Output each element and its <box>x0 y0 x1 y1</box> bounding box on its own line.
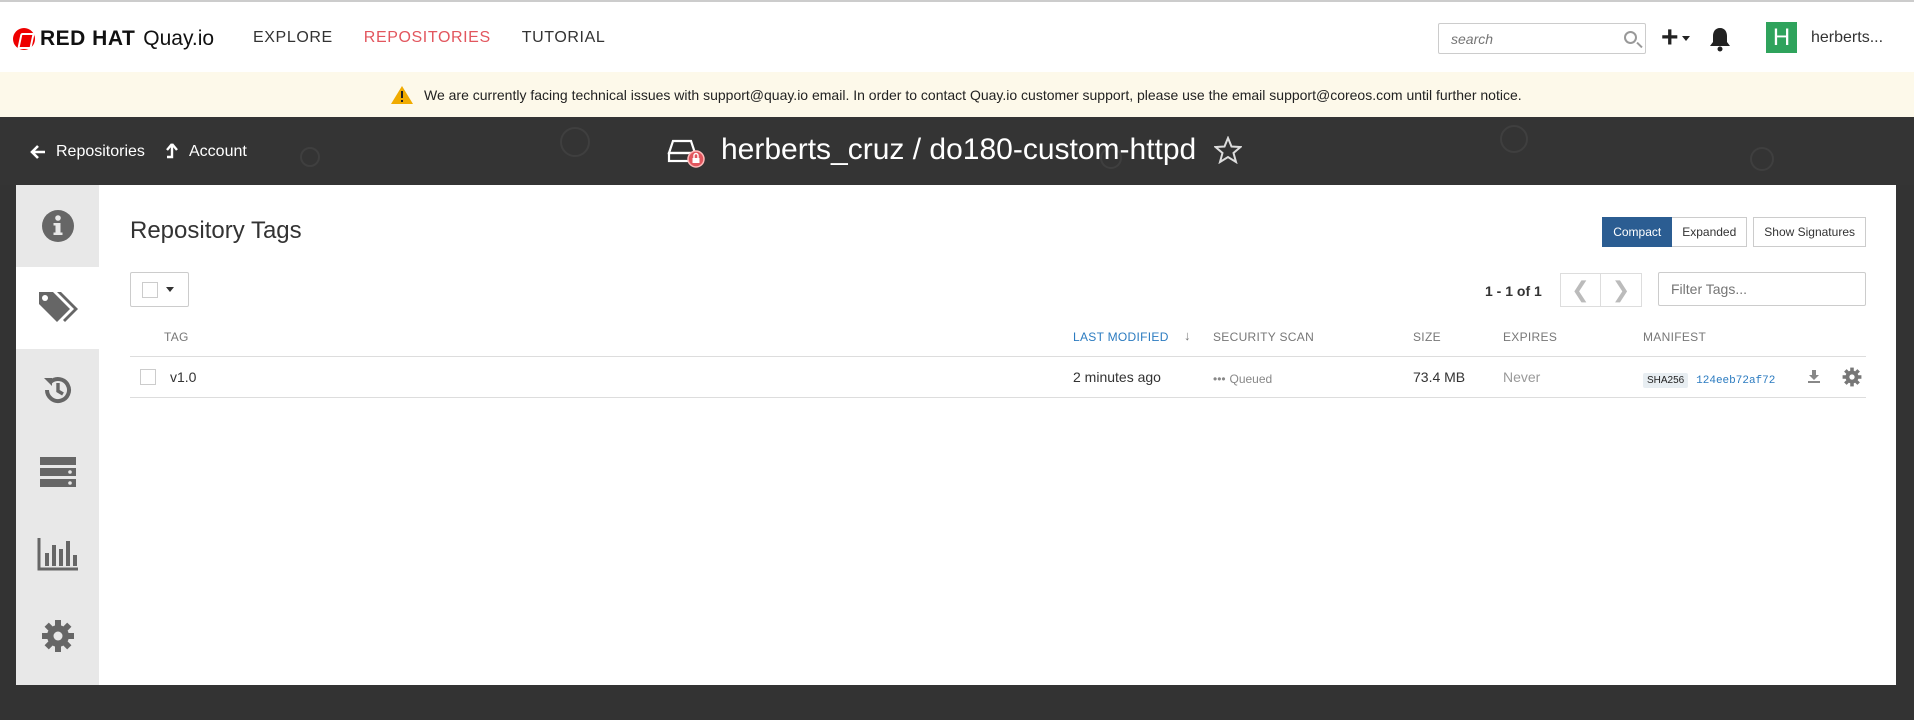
show-signatures-button[interactable]: Show Signatures <box>1753 217 1866 247</box>
image-size: 73.4 MB <box>1413 369 1466 385</box>
redhat-logo-icon <box>13 28 35 50</box>
nav-links: EXPLORE REPOSITORIES TUTORIAL <box>253 29 636 47</box>
previous-page-button[interactable]: ❮ <box>1560 273 1601 307</box>
filter-tags-input[interactable] <box>1659 273 1865 305</box>
last-modified: 2 minutes ago <box>1073 369 1161 385</box>
repo-title-block: herberts_cruz / do180-custom-httpd <box>667 131 1243 169</box>
sort-descending-icon[interactable]: ↓ <box>1184 328 1191 343</box>
select-all-dropdown[interactable] <box>130 272 189 307</box>
main-panel: Repository Tags Compact Expanded Show Si… <box>16 185 1896 685</box>
tags-content: Repository Tags Compact Expanded Show Si… <box>130 185 1866 685</box>
manifest-digest: SHA256 124eeb72af72 <box>1643 370 1775 388</box>
security-scan-label: Queued <box>1229 372 1273 386</box>
create-new-button[interactable]: + <box>1661 21 1690 54</box>
digest-algo-badge: SHA256 <box>1643 373 1689 388</box>
background-pattern <box>1750 147 1774 171</box>
background-pattern <box>560 127 590 157</box>
column-header-tag[interactable]: TAG <box>164 330 189 344</box>
sidebar-item-usage-logs[interactable] <box>16 513 99 595</box>
breadcrumb-repositories-label: Repositories <box>56 143 145 160</box>
tag-name[interactable]: v1.0 <box>170 369 196 385</box>
column-header-expires[interactable]: EXPIRES <box>1503 330 1557 344</box>
view-toggle-group: Compact Expanded Show Signatures <box>1602 217 1866 247</box>
repo-title: herberts_cruz / do180-custom-httpd <box>721 133 1197 166</box>
pagination-count: 1 - 1 of 1 <box>1485 283 1542 299</box>
info-icon <box>41 210 74 242</box>
breadcrumb-account-label: Account <box>189 143 247 160</box>
repo-header: Repositories Account herberts_cruz / do1… <box>0 117 1914 185</box>
banner-message: We are currently facing technical issues… <box>424 86 1522 103</box>
digest-value-link[interactable]: 124eeb72af72 <box>1696 375 1775 387</box>
column-header-size[interactable]: SIZE <box>1413 330 1441 344</box>
expires-value[interactable]: Never <box>1503 369 1540 385</box>
gear-icon <box>41 620 74 652</box>
search-input[interactable] <box>1439 24 1609 53</box>
compact-view-button[interactable]: Compact <box>1602 217 1673 247</box>
repo-sidebar <box>16 185 99 685</box>
sidebar-item-tags[interactable] <box>16 267 99 349</box>
pagination: ❮ ❯ <box>1560 273 1642 307</box>
avatar: H <box>1766 22 1797 53</box>
notifications-button[interactable] <box>1708 26 1732 52</box>
security-scan-status[interactable]: ••• Queued <box>1213 370 1272 386</box>
brand-product-text: Quay.io <box>143 27 215 50</box>
expanded-view-button[interactable]: Expanded <box>1672 217 1748 247</box>
sidebar-item-information[interactable] <box>16 185 99 267</box>
next-page-button[interactable]: ❯ <box>1601 273 1642 307</box>
sidebar-item-settings[interactable] <box>16 595 99 677</box>
chevron-right-icon: ❯ <box>1611 277 1631 302</box>
download-icon[interactable] <box>1807 369 1821 383</box>
arrow-left-icon <box>30 145 45 159</box>
row-checkbox[interactable] <box>140 369 156 385</box>
chevron-left-icon: ❮ <box>1571 277 1590 302</box>
brand-redhat-text: RED HAT <box>40 27 136 50</box>
top-navbar: RED HAT Quay.io EXPLORE REPOSITORIES TUT… <box>0 0 1914 72</box>
tags-table-header: TAG LAST MODIFIED ↓ SECURITY SCAN SIZE E… <box>130 323 1866 357</box>
filter-tags-box <box>1658 272 1866 306</box>
search-icon[interactable] <box>1624 31 1637 44</box>
column-header-manifest[interactable]: MANIFEST <box>1643 330 1706 344</box>
column-header-last-modified[interactable]: LAST MODIFIED <box>1073 330 1169 344</box>
gear-icon[interactable] <box>1842 367 1862 387</box>
builds-icon <box>39 457 76 487</box>
background-pattern <box>300 147 320 167</box>
chevron-down-icon <box>166 287 174 292</box>
history-icon <box>43 377 71 404</box>
bell-icon <box>1710 28 1730 52</box>
sidebar-item-builds[interactable] <box>16 431 99 513</box>
column-header-security-scan[interactable]: SECURITY SCAN <box>1213 330 1314 344</box>
chevron-down-icon <box>1681 35 1690 41</box>
select-all-checkbox[interactable] <box>142 281 158 298</box>
nav-link-repositories[interactable]: REPOSITORIES <box>364 29 491 47</box>
nav-link-explore[interactable]: EXPLORE <box>253 29 333 47</box>
level-up-icon <box>166 143 178 159</box>
search-box <box>1438 23 1646 54</box>
warning-banner: We are currently facing technical issues… <box>0 72 1914 117</box>
sidebar-item-tag-history[interactable] <box>16 349 99 431</box>
ellipsis-icon: ••• <box>1213 372 1226 386</box>
star-icon[interactable] <box>1214 136 1243 164</box>
nav-link-tutorial[interactable]: TUTORIAL <box>522 29 606 47</box>
private-repo-icon <box>667 139 705 168</box>
warning-icon <box>391 85 413 104</box>
breadcrumb-repositories[interactable]: Repositories <box>30 143 145 161</box>
user-menu[interactable]: H herberts... <box>1766 22 1883 53</box>
plus-icon: + <box>1661 21 1679 54</box>
user-name: herberts... <box>1811 28 1884 46</box>
page-title: Repository Tags <box>130 217 302 244</box>
breadcrumb-account[interactable]: Account <box>165 143 247 161</box>
table-row: v1.0 2 minutes ago ••• Queued 73.4 MB Ne… <box>130 357 1866 398</box>
background-pattern <box>1500 125 1528 153</box>
usage-logs-icon <box>37 538 78 571</box>
tags-icon <box>38 292 78 322</box>
brand-logo[interactable]: RED HAT Quay.io <box>13 26 214 52</box>
